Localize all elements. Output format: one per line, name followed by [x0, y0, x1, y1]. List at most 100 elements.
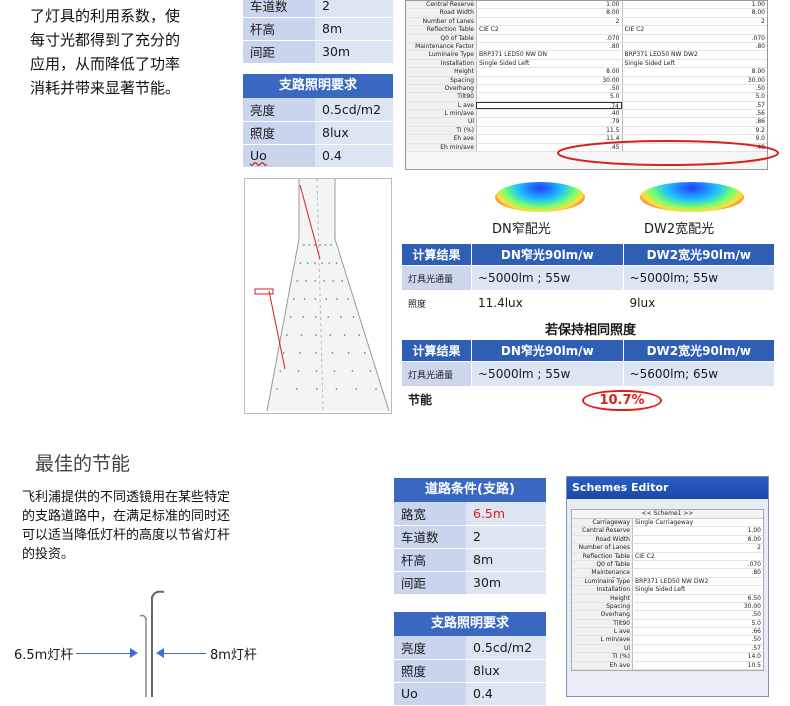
- grid-point: [343, 334, 346, 336]
- grid-point: [286, 334, 288, 336]
- grid-point: [289, 316, 292, 318]
- row-label: Overhang: [406, 84, 476, 93]
- table-row: Maintenance Factor.80: [572, 569, 763, 584]
- table-row: Road Width 8.00: [572, 535, 763, 545]
- row-value[interactable]: CIE C2: [632, 552, 763, 560]
- cell-scheme-2[interactable]: .50: [621, 84, 767, 93]
- row-label: Central Reserve: [406, 1, 476, 9]
- row-label: Road Width: [572, 535, 632, 544]
- row-value[interactable]: 6.50: [632, 594, 763, 602]
- row-label: TI (%): [406, 126, 476, 135]
- table-row: TI (%) 11.5 9.2: [406, 126, 767, 136]
- cell-scheme-1[interactable]: 8.00: [476, 9, 622, 17]
- cell-scheme-1[interactable]: .80: [476, 42, 622, 51]
- same-illum-title: 若保持相同照度: [545, 323, 637, 338]
- row-label: Spacing: [406, 76, 476, 84]
- grid-point: [330, 244, 332, 246]
- row-value[interactable]: 10.5: [632, 661, 763, 670]
- table-row: 亮度 0.5cd/m2: [394, 636, 546, 660]
- cell-scheme-2[interactable]: 1.00: [621, 1, 767, 9]
- cell-scheme-2[interactable]: Single Sided Left: [621, 59, 767, 68]
- cell-scheme-1[interactable]: 1.00: [476, 1, 622, 9]
- row-value[interactable]: 8.00: [632, 535, 763, 544]
- row-value: 0.5cd/m2: [315, 98, 393, 122]
- row-value[interactable]: 1.00: [632, 527, 763, 535]
- row-label: 路宽: [394, 502, 466, 526]
- row-value[interactable]: 2: [632, 544, 763, 552]
- table-row: Central Reserve 1.00: [572, 527, 763, 536]
- table-row: Q0 of Table .070.070: [406, 34, 767, 43]
- grid-point: [315, 352, 318, 354]
- row-label: Overhang: [572, 611, 632, 619]
- table-row: Spacing 30.00: [572, 602, 763, 612]
- cell-scheme-1[interactable]: 2: [476, 17, 622, 26]
- cell-scheme-1[interactable]: .070: [476, 34, 622, 42]
- row-value[interactable]: BRP371 LED50 NW DW2: [632, 577, 763, 586]
- cell-scheme-1[interactable]: .40: [476, 110, 622, 118]
- table-row: 杆高 8m: [243, 17, 393, 41]
- row-value[interactable]: .57: [632, 644, 763, 653]
- cell-scheme-1[interactable]: 11.5: [476, 126, 622, 135]
- grid-point: [328, 262, 331, 264]
- row-value[interactable]: .070: [632, 560, 763, 569]
- cell-scheme-2[interactable]: 2: [621, 17, 767, 26]
- row-label: 灯具光通量: [401, 265, 472, 291]
- cell-scheme-2[interactable]: .57: [622, 101, 767, 110]
- table-row: 亮度 0.5cd/m2: [243, 98, 393, 122]
- cell-scheme-2[interactable]: .070: [621, 34, 767, 42]
- row-label: Reflection Table: [406, 26, 476, 34]
- cell-scheme-1[interactable]: .50: [476, 84, 622, 93]
- intro-line: 了灯具的利用系数，使: [30, 7, 181, 25]
- cell-scheme-1[interactable]: .74: [476, 101, 622, 110]
- cell-scheme-2[interactable]: CIE C2: [621, 26, 767, 34]
- header-cell: 计算结果: [401, 339, 472, 362]
- cell-scheme-2[interactable]: .56: [621, 110, 767, 118]
- row-value[interactable]: .50: [632, 636, 763, 644]
- cell-scheme-1[interactable]: BRP371 LED50 NW DN: [476, 51, 622, 59]
- row-value[interactable]: 5.0: [632, 619, 763, 628]
- cell-scheme-1[interactable]: 30.00: [476, 76, 622, 84]
- cell-scheme-2[interactable]: .86: [621, 118, 767, 126]
- header-cell: DW2宽光90lm/w: [622, 243, 776, 266]
- cell-scheme-2[interactable]: BRP371 LED50 NW DW2: [621, 51, 767, 59]
- intro-paragraph: 了灯具的利用系数，使 每寸光都得到了充分的 应用，从而降低了功率 消耗并带来显著…: [30, 4, 230, 100]
- cell-scheme-2[interactable]: 30.00: [621, 76, 767, 84]
- row-value[interactable]: Single Sided Left: [632, 586, 763, 594]
- road-conditions-panel: 道路条件(支路) 路宽 6.5m 车道数 2 杆高 8m 间距 30m: [394, 478, 546, 595]
- row-label: 灯具光通量: [401, 361, 472, 387]
- cell-scheme-2[interactable]: 9.2: [621, 126, 767, 135]
- row-value[interactable]: Single Carriageway: [632, 519, 763, 527]
- table-row: 车道数 2: [394, 525, 546, 549]
- grid-point: [315, 370, 318, 372]
- row-value: 30m: [466, 571, 546, 595]
- grid-point: [323, 280, 326, 282]
- intro-line: 每寸光都得到了充分的: [30, 31, 181, 49]
- row-label: 照度: [243, 121, 315, 145]
- saving-label: 节能: [401, 386, 472, 412]
- section-paragraph: 飞利浦提供的不同透镜用在某些特定 的支路道路中，在满足标准的同时还 可以适当降低…: [22, 488, 282, 564]
- table-row: L min/ave .50: [572, 636, 763, 645]
- cell-scheme-1[interactable]: Single Sided Left: [476, 59, 622, 68]
- row-value[interactable]: 14.0: [632, 653, 763, 661]
- paragraph-line: 飞利浦提供的不同透镜用在某些特定: [22, 490, 231, 505]
- cell-scheme-1[interactable]: 5.0: [476, 93, 622, 101]
- grid-point: [314, 280, 317, 282]
- table-row: Spacing 30.00 30.00: [406, 76, 767, 85]
- tab-scheme1[interactable]: << Scheme1 >>: [572, 510, 763, 519]
- cell-scheme-2[interactable]: .80: [621, 42, 767, 51]
- cell-scheme-2[interactable]: 8.00: [621, 68, 767, 76]
- row-value: ~5000lm ; 55w: [471, 361, 624, 387]
- row-label: Number of Lanes: [406, 17, 476, 26]
- cell-scheme-2[interactable]: 5.0: [621, 93, 767, 101]
- table-row: Eh ave 10.5: [572, 661, 763, 671]
- cell-scheme-1[interactable]: CIE C2: [476, 26, 622, 34]
- row-value[interactable]: .80: [632, 569, 763, 577]
- cell-scheme-1[interactable]: .79: [476, 118, 622, 126]
- row-value[interactable]: .50: [632, 611, 763, 619]
- table-row: Overhang .50.50: [406, 84, 767, 94]
- row-value[interactable]: .66: [632, 628, 763, 636]
- cell-scheme-1[interactable]: 8.00: [476, 68, 622, 76]
- table-row: Overhang .50: [572, 611, 763, 620]
- cell-scheme-2[interactable]: 8.00: [621, 9, 767, 17]
- row-value[interactable]: 30.00: [632, 602, 763, 611]
